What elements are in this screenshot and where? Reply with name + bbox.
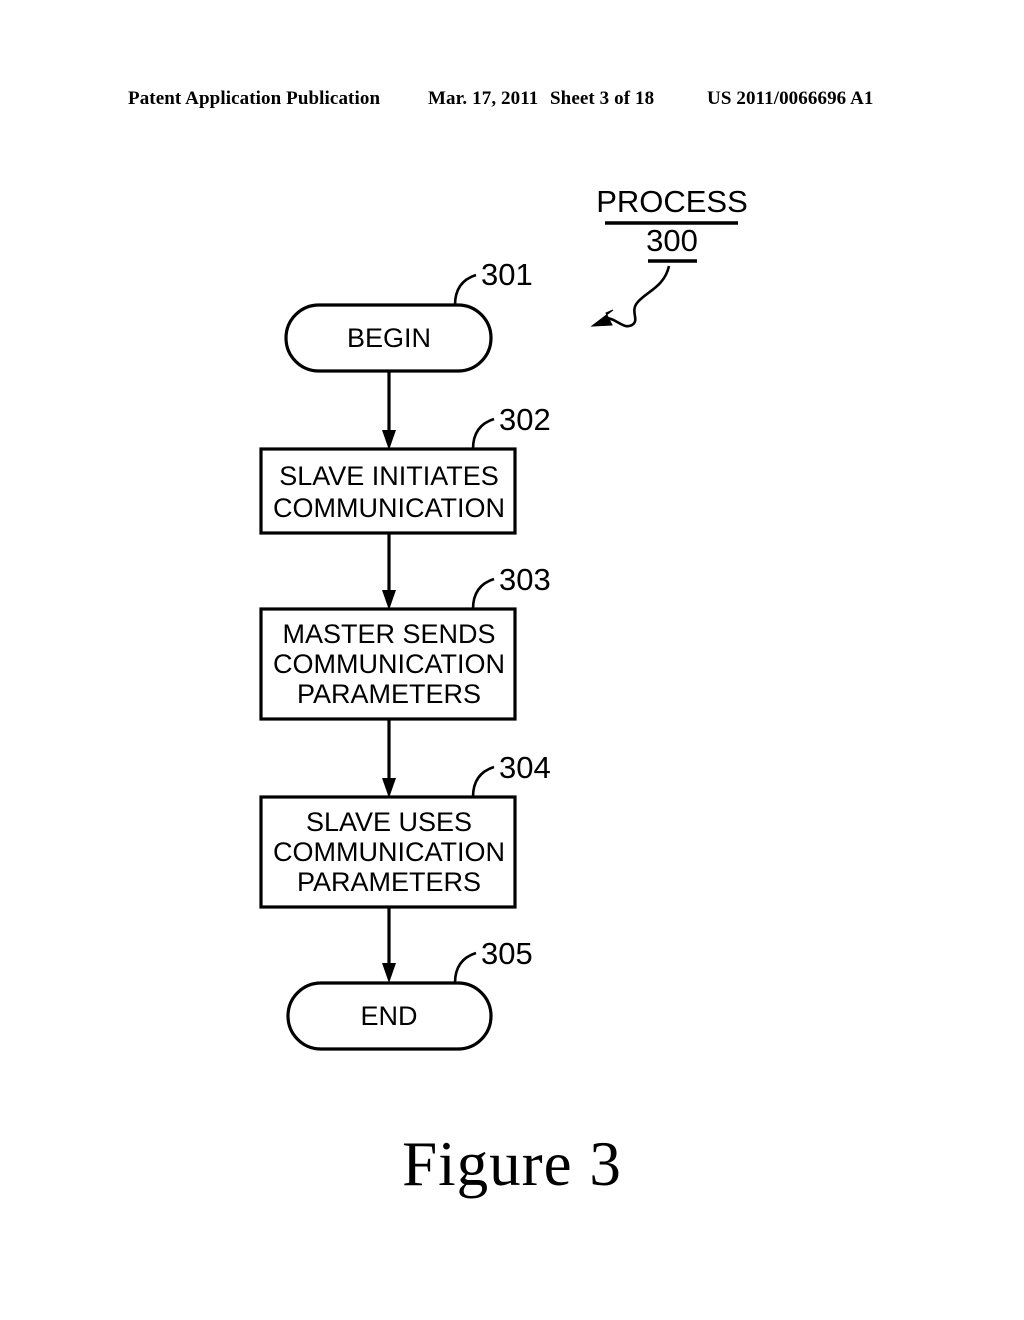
leader-line-303 [471, 577, 495, 610]
connector-303-to-304 [382, 719, 396, 798]
ref-number-302: 302 [499, 402, 551, 437]
node-step-303-line-3: PARAMETERS [297, 679, 481, 709]
arrowhead-303-to-304 [382, 778, 396, 798]
node-begin-label: BEGIN [347, 323, 431, 353]
arrowhead-304-to-end [382, 963, 396, 983]
leader-line-302 [471, 417, 495, 450]
connector-begin-to-302 [382, 371, 396, 450]
ref-number-304: 304 [499, 750, 551, 785]
connector-302-to-303 [382, 533, 396, 610]
ref-number-303: 303 [499, 562, 551, 597]
node-step-304-line-2: COMMUNICATION [273, 837, 505, 867]
connector-304-to-end [382, 907, 396, 983]
ref-number-305: 305 [481, 936, 533, 971]
node-step-304-line-1: SLAVE USES [306, 807, 472, 837]
ref-number-301: 301 [481, 257, 533, 292]
node-step-304[interactable]: SLAVE USES COMMUNICATION PARAMETERS 304 [259, 750, 551, 909]
leader-line-301 [453, 273, 477, 306]
figure-caption: Figure 3 [402, 1129, 622, 1199]
node-step-302-line-2: COMMUNICATION [273, 493, 505, 523]
node-step-303-line-2: COMMUNICATION [273, 649, 505, 679]
leader-line-304 [471, 765, 495, 798]
process-pointer-squiggle [605, 265, 671, 328]
process-title-group: PROCESS 300 [590, 184, 748, 328]
process-title-label: PROCESS [596, 184, 748, 219]
arrowhead-begin-to-302 [382, 430, 396, 450]
leader-line-305 [453, 951, 477, 984]
node-step-302-line-1: SLAVE INITIATES [279, 461, 499, 491]
node-step-302[interactable]: SLAVE INITIATES COMMUNICATION 302 [259, 402, 551, 535]
process-number-label: 300 [646, 223, 698, 258]
node-step-304-line-3: PARAMETERS [297, 867, 481, 897]
node-end[interactable]: END 305 [286, 936, 533, 1051]
node-step-303[interactable]: MASTER SENDS COMMUNICATION PARAMETERS 30… [259, 562, 551, 721]
node-end-label: END [360, 1001, 417, 1031]
node-step-303-line-1: MASTER SENDS [282, 619, 495, 649]
flowchart-figure: PROCESS 300 BEGIN 301 SLAVE INITIATES CO… [259, 184, 748, 1051]
node-begin[interactable]: BEGIN 301 [284, 257, 533, 373]
arrowhead-302-to-303 [382, 590, 396, 610]
